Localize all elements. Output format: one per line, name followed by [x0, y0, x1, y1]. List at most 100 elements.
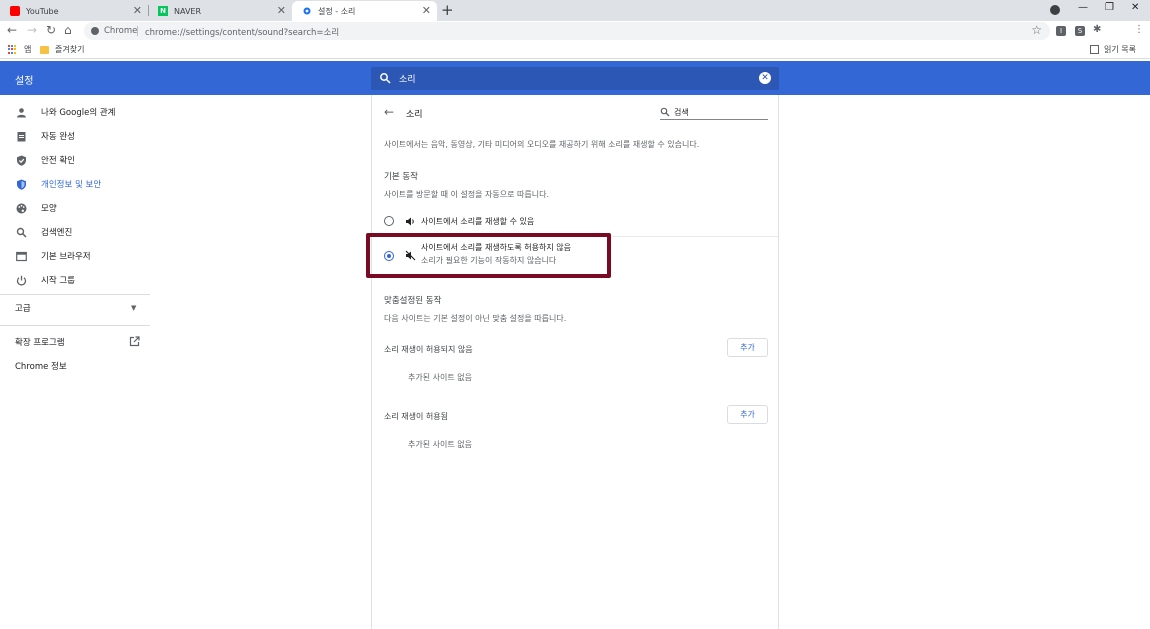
sidebar-item-startup[interactable]: 시작 그룹	[15, 270, 150, 290]
add-allowed-button[interactable]: 추가	[727, 405, 768, 424]
bookmark-favorites[interactable]: 즐겨찾기	[40, 44, 84, 55]
apps-grid-icon	[8, 44, 18, 55]
omnibox-divider	[137, 26, 138, 36]
tab-strip: YouTube ✕ N NAVER ✕ 설정 - 소리 ✕ + — ❐ ✕	[0, 0, 1150, 21]
sidebar-item-autofill[interactable]: 자동 완성	[15, 126, 150, 146]
site-info-icon[interactable]	[91, 27, 99, 35]
empty-allowed: 추가된 사이트 없음	[408, 440, 472, 449]
add-button-label: 추가	[740, 410, 755, 419]
settings-header: 설정 소리 ✕	[0, 61, 1150, 95]
bookmark-star-icon[interactable]: ☆	[1031, 23, 1042, 37]
settings-search[interactable]: 소리 ✕	[371, 67, 779, 90]
reading-list-icon	[1090, 45, 1099, 54]
sidebar-item-label: 나와 Google의 관계	[41, 108, 116, 118]
reading-list[interactable]: 읽기 목록	[1090, 44, 1136, 55]
profile-icon[interactable]	[1050, 5, 1060, 15]
chevron-down-icon[interactable]: ▼	[131, 304, 136, 312]
settings-sidebar: 나와 Google의 관계 자동 완성 안전 확인 개인정보 및 보안 모양 검…	[0, 95, 150, 629]
close-icon[interactable]: ✕	[277, 4, 286, 17]
sidebar-divider	[0, 294, 150, 295]
bookmark-label: 즐겨찾기	[55, 45, 85, 54]
close-icon[interactable]: ✕	[133, 4, 142, 17]
sidebar-item-advanced[interactable]: 고급	[15, 298, 150, 318]
radio-allow[interactable]	[384, 216, 394, 226]
sidebar-item-google[interactable]: 나와 Google의 관계	[15, 102, 150, 122]
shield-check-icon	[15, 154, 27, 166]
browser-icon	[15, 250, 27, 262]
toolbar: ← → ↻ ⌂ Chrome chrome://settings/content…	[0, 21, 1150, 41]
sidebar-item-label: 안전 확인	[41, 156, 75, 166]
custom-heading: 맞춤설정된 동작	[384, 296, 442, 306]
palette-icon	[15, 202, 27, 214]
sidebar-divider	[0, 325, 150, 326]
youtube-icon	[10, 6, 20, 16]
back-arrow-icon[interactable]: ←	[384, 105, 394, 119]
chrome-chip: Chrome	[104, 26, 138, 36]
puzzle-icon[interactable]: ✱	[1093, 24, 1101, 35]
minimize-icon[interactable]: —	[1078, 2, 1088, 13]
add-not-allowed-button[interactable]: 추가	[727, 338, 768, 357]
clipboard-icon	[15, 130, 27, 142]
search-icon	[15, 226, 27, 238]
new-tab-button[interactable]: +	[441, 1, 454, 19]
sidebar-item-label: 시작 그룹	[41, 276, 75, 286]
sidebar-item-default-browser[interactable]: 기본 브라우저	[15, 246, 150, 266]
page-search-input[interactable]: 검색	[674, 107, 689, 118]
tab-title: NAVER	[174, 6, 202, 16]
sidebar-item-label: 검색엔진	[41, 228, 73, 238]
tab-title: YouTube	[26, 6, 59, 16]
tab-settings[interactable]: 설정 - 소리 ✕	[292, 1, 437, 21]
tab-youtube[interactable]: YouTube ✕	[0, 1, 148, 21]
add-button-label: 추가	[740, 343, 755, 352]
home-icon[interactable]: ⌂	[64, 23, 72, 37]
sidebar-item-search-engine[interactable]: 검색엔진	[15, 222, 150, 242]
gear-icon	[302, 6, 312, 16]
settings-title: 설정	[15, 76, 34, 87]
clear-search-icon[interactable]: ✕	[759, 72, 771, 84]
restore-icon[interactable]: ❐	[1105, 2, 1114, 13]
close-icon[interactable]: ✕	[422, 4, 431, 17]
option-allow-label: 사이트에서 소리를 재생할 수 있음	[421, 216, 535, 226]
tab-naver[interactable]: N NAVER ✕	[148, 1, 292, 21]
reload-icon[interactable]: ↻	[46, 23, 56, 37]
custom-description: 다음 사이트는 기본 설정이 아닌 맞춤 설정을 따릅니다.	[384, 314, 567, 323]
bookmark-label: 앱	[24, 45, 32, 54]
sound-settings-card: ← 소리 검색 사이트에서는 음악, 동영상, 기타 미디어의 오디오를 재공하…	[371, 95, 779, 629]
back-icon[interactable]: ←	[7, 23, 17, 37]
search-input[interactable]: 소리	[399, 72, 416, 85]
sidebar-item-about[interactable]: Chrome 정보	[15, 356, 150, 376]
url-text[interactable]: chrome://settings/content/sound?search=소…	[145, 26, 339, 38]
search-icon	[380, 73, 391, 84]
empty-not-allowed: 추가된 사이트 없음	[408, 373, 472, 382]
default-description: 사이트를 방문할 때 이 설정을 자동으로 따릅니다.	[384, 190, 549, 199]
sidebar-item-label: 자동 완성	[41, 132, 75, 142]
extension-i-icon[interactable]: I	[1056, 26, 1066, 36]
extension-s-icon[interactable]: S	[1075, 26, 1085, 36]
not-allowed-label: 소리 재생이 허용되지 않음	[384, 345, 473, 354]
sidebar-item-safety-check[interactable]: 안전 확인	[15, 150, 150, 170]
default-heading: 기본 동작	[384, 172, 418, 182]
shield-icon	[15, 178, 27, 190]
open-external-icon[interactable]	[129, 336, 140, 350]
sidebar-item-label: 기본 브라우저	[41, 252, 91, 262]
reading-list-label: 읽기 목록	[1104, 45, 1136, 54]
page-title: 소리	[406, 110, 423, 120]
bookmark-apps[interactable]: 앱	[8, 44, 31, 55]
folder-icon	[40, 45, 49, 54]
sidebar-item-label: 개인정보 및 보안	[41, 180, 102, 190]
menu-icon[interactable]: ⋮	[1134, 24, 1144, 35]
forward-icon[interactable]: →	[27, 23, 37, 37]
sidebar-item-label: Chrome 정보	[15, 362, 67, 372]
sidebar-item-label: 고급	[15, 304, 31, 314]
address-bar[interactable]: Chrome chrome://settings/content/sound?s…	[84, 22, 1050, 40]
window-close-icon[interactable]: ✕	[1131, 2, 1139, 13]
person-icon	[15, 106, 27, 118]
sidebar-item-appearance[interactable]: 모양	[15, 198, 150, 218]
naver-icon: N	[158, 6, 168, 16]
allowed-label: 소리 재생이 허용됨	[384, 412, 448, 421]
page-search[interactable]: 검색	[660, 105, 768, 120]
power-icon	[15, 274, 27, 286]
tab-title: 설정 - 소리	[318, 6, 356, 16]
sidebar-item-label: 확장 프로그램	[15, 338, 65, 348]
sidebar-item-privacy[interactable]: 개인정보 및 보안	[15, 174, 150, 194]
